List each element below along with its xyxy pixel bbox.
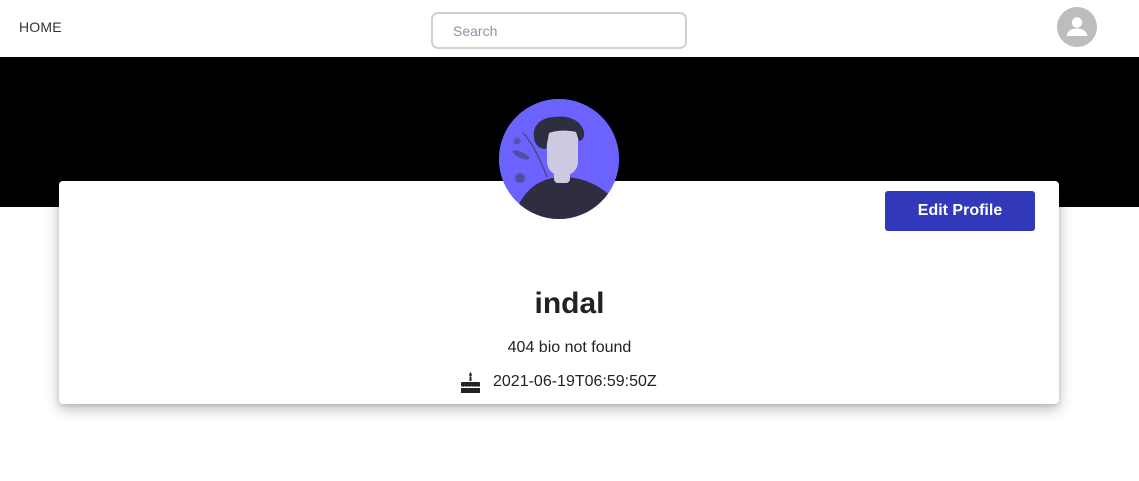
user-menu-avatar[interactable] — [1057, 7, 1097, 47]
account-icon — [1066, 17, 1088, 36]
joined-date: 2021-06-19T06:59:50Z — [493, 373, 657, 390]
cake-icon — [460, 371, 481, 393]
profile-username: indal — [534, 287, 605, 320]
profile-bio: 404 bio not found — [507, 339, 632, 356]
home-link[interactable]: HOME — [19, 19, 62, 35]
edit-profile-button[interactable]: Edit Profile — [885, 191, 1035, 231]
joined-date-row: 2021-06-19T06:59:50Z — [460, 371, 657, 393]
profile-avatar — [499, 99, 619, 219]
top-navbar: HOME — [0, 0, 1139, 57]
person-illustration-icon — [499, 99, 619, 219]
search-box[interactable] — [431, 12, 687, 49]
search-input[interactable] — [433, 14, 685, 47]
